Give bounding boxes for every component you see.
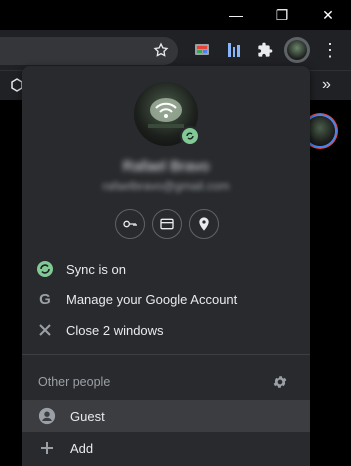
- key-icon: [123, 220, 137, 228]
- sync-row[interactable]: Sync is on: [22, 253, 310, 285]
- add-label: Add: [70, 440, 94, 456]
- guest-avatar-icon: [38, 407, 56, 425]
- profile-menu: Rafael Bravo rafaelbravo@gmail.com Sync …: [22, 66, 310, 466]
- close-windows-row[interactable]: Close 2 windows: [22, 314, 310, 346]
- media-router-icon[interactable]: [190, 38, 214, 62]
- passwords-button[interactable]: [115, 209, 145, 239]
- more-menu-icon[interactable]: ⋮: [318, 38, 342, 62]
- reading-list-icon[interactable]: [222, 38, 246, 62]
- bookmark-overflow-icon[interactable]: »: [322, 76, 331, 94]
- close-windows-label: Close 2 windows: [66, 322, 164, 338]
- title-bar: — ❐ ✕: [0, 0, 351, 30]
- close-window-button[interactable]: ✕: [319, 6, 337, 24]
- menu-divider: [22, 354, 310, 355]
- gear-icon[interactable]: [270, 372, 290, 392]
- card-icon: [160, 218, 174, 230]
- google-icon: G: [39, 290, 51, 308]
- plus-icon: [38, 439, 56, 457]
- payment-methods-button[interactable]: [152, 209, 182, 239]
- profile-name: Rafael Bravo: [122, 158, 210, 175]
- addresses-button[interactable]: [189, 209, 219, 239]
- profile-email: rafaelbravo@gmail.com: [102, 179, 230, 193]
- manage-account-row[interactable]: G Manage your Google Account: [22, 283, 310, 315]
- star-icon[interactable]: [149, 38, 173, 62]
- sync-icon: [36, 260, 54, 278]
- other-people-title: Other people: [38, 375, 111, 389]
- extensions-icon[interactable]: [253, 38, 277, 62]
- add-row[interactable]: Add: [22, 432, 310, 464]
- profile-avatar-icon[interactable]: [284, 37, 310, 63]
- minimize-button[interactable]: —: [227, 6, 245, 24]
- sync-badge-icon: [180, 126, 200, 146]
- location-pin-icon: [199, 217, 209, 231]
- close-icon: [36, 321, 54, 339]
- restore-button[interactable]: ❐: [273, 6, 291, 24]
- manage-account-label: Manage your Google Account: [66, 291, 238, 307]
- sync-label: Sync is on: [66, 261, 126, 277]
- guest-row[interactable]: Guest: [22, 400, 310, 432]
- guest-label: Guest: [70, 408, 105, 424]
